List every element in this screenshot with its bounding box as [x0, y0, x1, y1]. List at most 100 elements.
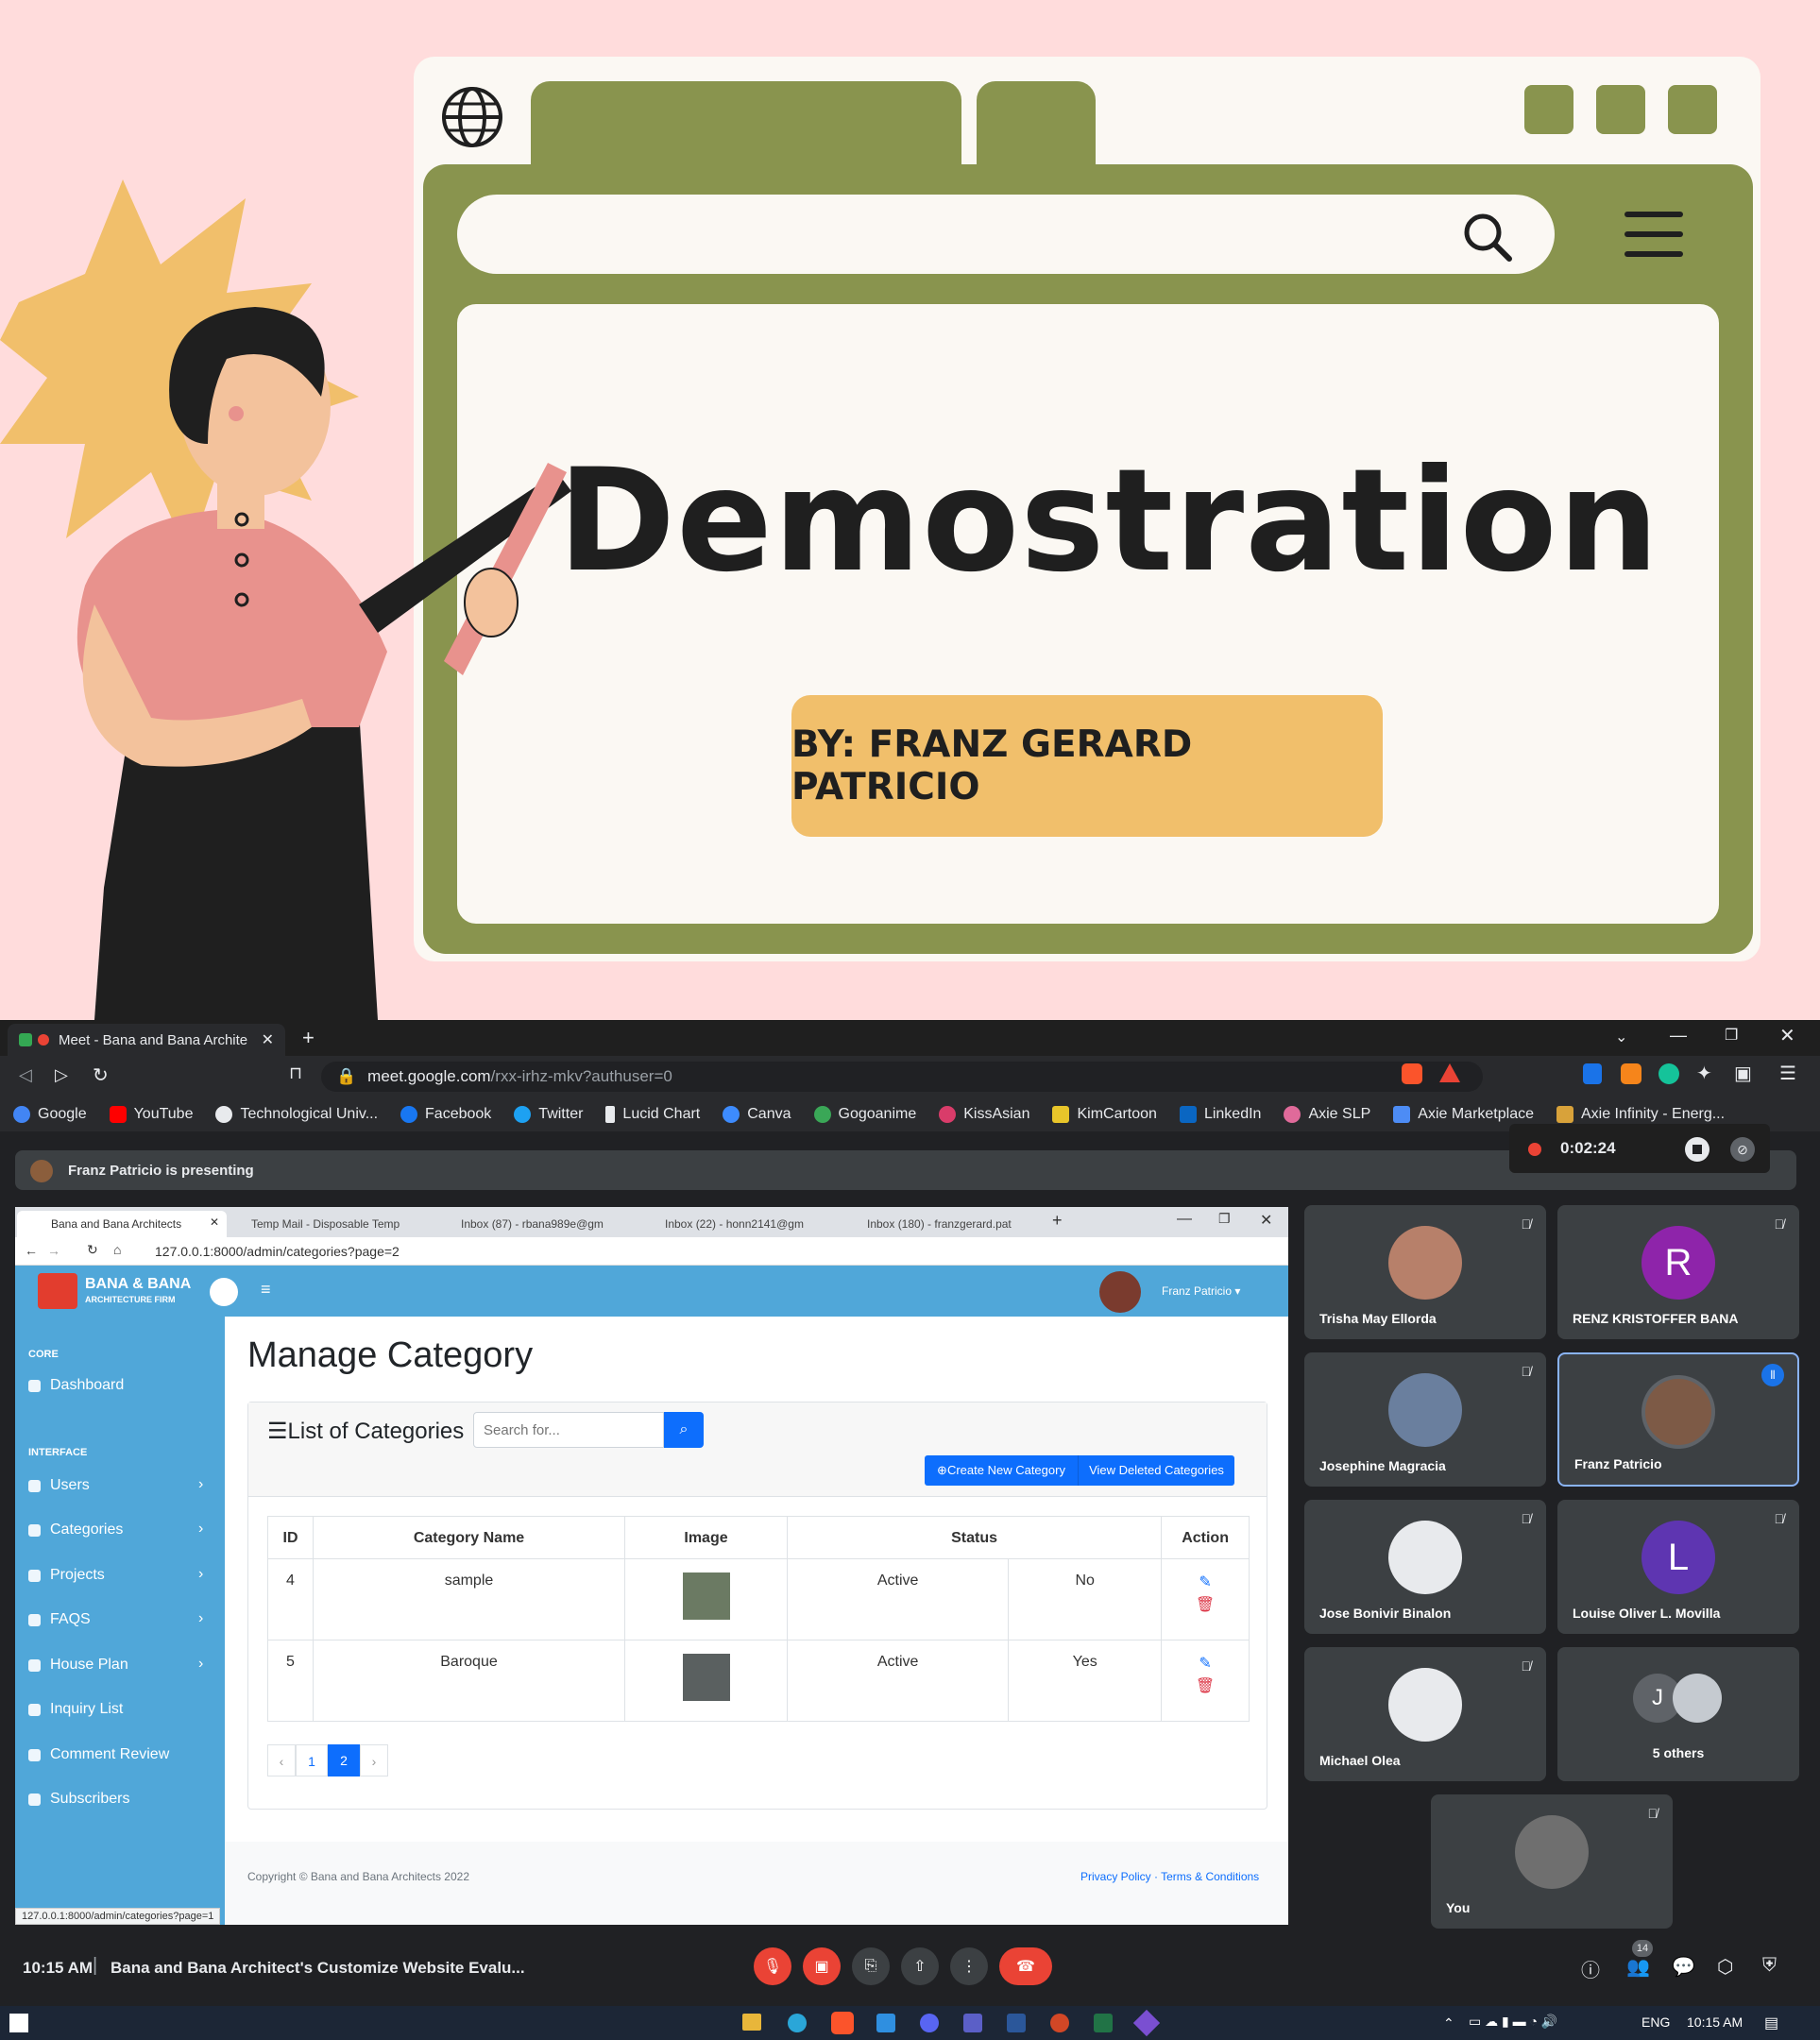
- teams-icon[interactable]: [963, 2014, 982, 2032]
- participant-tile[interactable]: L 🎙̸ Louise Oliver L. Movilla: [1557, 1500, 1799, 1634]
- search-input[interactable]: [473, 1412, 664, 1448]
- chat-icon[interactable]: 💬: [1672, 1955, 1695, 1979]
- activities-icon[interactable]: ⬡: [1717, 1955, 1733, 1979]
- word-icon[interactable]: [1007, 2014, 1026, 2032]
- bookmark-kimcartoon[interactable]: KimCartoon: [1052, 1106, 1157, 1123]
- inner-tab-active[interactable]: Bana and Bana Architects ✕: [17, 1211, 227, 1237]
- grammarly-icon[interactable]: [1658, 1063, 1679, 1084]
- sidebar-item-faqs[interactable]: FAQS: [28, 1611, 91, 1628]
- new-tab-button[interactable]: +: [302, 1026, 315, 1050]
- bookmark-facebook[interactable]: Facebook: [400, 1106, 491, 1123]
- inner-reload-icon[interactable]: ↻: [87, 1242, 98, 1258]
- view-deleted-button[interactable]: View Deleted Categories: [1078, 1455, 1234, 1486]
- inner-tab[interactable]: Inbox (87) - rbana989e@gm: [461, 1217, 621, 1231]
- page-1[interactable]: 1: [296, 1744, 328, 1776]
- powerpoint-icon[interactable]: [1050, 2014, 1069, 2032]
- browser-menu-icon[interactable]: ☰: [1779, 1062, 1796, 1085]
- extensions-puzzle-icon[interactable]: ✦: [1696, 1062, 1712, 1085]
- bookmark-gogoanime[interactable]: Gogoanime: [813, 1106, 916, 1123]
- vscode-icon[interactable]: [876, 2014, 895, 2032]
- inner-tab[interactable]: Inbox (180) - franzgerard.pat: [867, 1217, 1028, 1231]
- delete-trash-icon[interactable]: 🗑: [1167, 1595, 1243, 1614]
- bookmark-youtube[interactable]: YouTube: [109, 1106, 193, 1123]
- create-category-button[interactable]: ⊕Create New Category: [925, 1455, 1078, 1486]
- metamask-icon[interactable]: [1621, 1063, 1641, 1084]
- sidebar-item-dashboard[interactable]: Dashboard: [28, 1377, 124, 1394]
- edge-icon[interactable]: [788, 2014, 807, 2032]
- reload-icon[interactable]: ↻: [93, 1063, 109, 1087]
- sidebar-item-house-plan[interactable]: House Plan: [28, 1657, 128, 1674]
- footer-links[interactable]: Privacy Policy · Terms & Conditions: [1080, 1870, 1259, 1883]
- captions-button[interactable]: ⎘: [852, 1947, 890, 1985]
- inner-url[interactable]: 127.0.0.1:8000/admin/categories?page=2: [155, 1244, 400, 1259]
- brave-rewards-icon[interactable]: [1439, 1063, 1460, 1082]
- participant-tile[interactable]: R 🎙̸ RENZ KRISTOFFER BANA: [1557, 1205, 1799, 1339]
- file-explorer-icon[interactable]: [742, 2014, 761, 2031]
- host-controls-icon[interactable]: ⛨: [1762, 1955, 1777, 1977]
- user-avatar[interactable]: [1099, 1271, 1141, 1313]
- notifications-icon[interactable]: ▤: [1764, 2014, 1778, 2032]
- search-button[interactable]: ⌕: [664, 1412, 704, 1448]
- close-window-button[interactable]: ✕: [1779, 1024, 1795, 1047]
- tray-chevron-icon[interactable]: ⌃: [1443, 2015, 1454, 2032]
- edit-pencil-icon[interactable]: ✎: [1167, 1654, 1243, 1673]
- sidebar-item-comment-review[interactable]: Comment Review: [28, 1746, 169, 1763]
- participant-tile[interactable]: 🎙̸ Jose Bonivir Binalon: [1304, 1500, 1546, 1634]
- leave-call-button[interactable]: ☎: [999, 1947, 1052, 1985]
- delete-trash-icon[interactable]: 🗑: [1167, 1676, 1243, 1695]
- tray-icons[interactable]: ▭ ☁ ▮ ▬ ◔ 🔊: [1469, 2014, 1557, 2030]
- forward-icon[interactable]: ▷: [55, 1065, 68, 1085]
- browser-tab-meet[interactable]: Meet - Bana and Bana Archite ✕: [8, 1024, 285, 1056]
- sidebar-item-subscribers[interactable]: Subscribers: [28, 1791, 129, 1808]
- bookmark-twitter[interactable]: Twitter: [514, 1106, 583, 1123]
- sidebar-item-projects[interactable]: Projects: [28, 1567, 105, 1584]
- inner-tab[interactable]: Inbox (22) - honn2141@gm: [665, 1217, 825, 1231]
- bookmark-icon[interactable]: ⊓: [289, 1063, 302, 1083]
- present-screen-button[interactable]: ⇧: [901, 1947, 939, 1985]
- recording-mic-off-icon[interactable]: ⊘: [1730, 1137, 1755, 1162]
- bookmark-kissasian[interactable]: KissAsian: [939, 1106, 1029, 1123]
- page-next[interactable]: ›: [360, 1744, 388, 1776]
- bookmark-axie-slp[interactable]: Axie SLP: [1284, 1106, 1370, 1123]
- minimize-button[interactable]: —: [1670, 1026, 1687, 1046]
- taskbar-clock[interactable]: 10:15 AM: [1687, 2014, 1743, 2030]
- bookmark-tu[interactable]: Technological Univ...: [215, 1106, 378, 1123]
- bitwarden-icon[interactable]: [1583, 1063, 1602, 1084]
- inner-close-button[interactable]: ✕: [1260, 1211, 1272, 1230]
- mic-toggle-button[interactable]: 🎙: [754, 1947, 791, 1985]
- edit-pencil-icon[interactable]: ✎: [1167, 1572, 1243, 1591]
- discord-icon[interactable]: [920, 2014, 939, 2032]
- close-tab-icon[interactable]: ✕: [262, 1030, 274, 1049]
- wallet-icon[interactable]: ▣: [1734, 1062, 1752, 1085]
- bookmark-canva[interactable]: Canva: [723, 1106, 791, 1123]
- inner-minimize-button[interactable]: —: [1177, 1211, 1192, 1228]
- stop-recording-button[interactable]: [1685, 1137, 1709, 1162]
- inner-tab[interactable]: Temp Mail - Disposable Temp: [251, 1217, 431, 1231]
- brave-shield-icon[interactable]: [1402, 1063, 1422, 1084]
- brave-icon[interactable]: [831, 2012, 854, 2034]
- sidebar-toggle-icon[interactable]: ≡: [261, 1280, 271, 1300]
- participant-tile[interactable]: 🎙̸ Trisha May Ellorda: [1304, 1205, 1546, 1339]
- bookmark-axie-marketplace[interactable]: Axie Marketplace: [1393, 1106, 1534, 1123]
- meeting-info-icon[interactable]: ⓘ: [1581, 1955, 1600, 1982]
- sidebar-item-inquiry-list[interactable]: Inquiry List: [28, 1701, 123, 1718]
- inner-restore-button[interactable]: ❐: [1218, 1211, 1231, 1227]
- bookmark-axie-infinity[interactable]: Axie Infinity - Energ...: [1556, 1106, 1725, 1123]
- sidebar-item-users[interactable]: Users: [28, 1477, 90, 1494]
- restore-button[interactable]: ❐: [1725, 1026, 1738, 1045]
- url-bar[interactable]: 🔒 meet.google.com /rxx-irhz-mkv?authuser…: [321, 1062, 1483, 1092]
- camera-toggle-button[interactable]: ▣: [803, 1947, 841, 1985]
- participant-tile[interactable]: 🎙̸ Michael Olea: [1304, 1647, 1546, 1781]
- more-options-button[interactable]: ⋮: [950, 1947, 988, 1985]
- inner-home-icon[interactable]: ⌂: [113, 1242, 121, 1257]
- participant-tile[interactable]: 🎙̸ Josephine Magracia: [1304, 1352, 1546, 1487]
- windows-start-icon[interactable]: [9, 2014, 28, 2032]
- inner-back-icon[interactable]: ←: [25, 1243, 38, 1258]
- tab-search-chevron-icon[interactable]: ⌄: [1615, 1028, 1627, 1046]
- app-icon[interactable]: [1132, 2009, 1161, 2037]
- back-icon[interactable]: ◁: [19, 1065, 32, 1085]
- inner-forward-icon[interactable]: →: [47, 1243, 60, 1258]
- participant-tile-active-speaker[interactable]: ⦀ Franz Patricio: [1557, 1352, 1799, 1487]
- people-icon[interactable]: 👥: [1626, 1955, 1650, 1979]
- bookmark-google[interactable]: Google: [13, 1106, 87, 1123]
